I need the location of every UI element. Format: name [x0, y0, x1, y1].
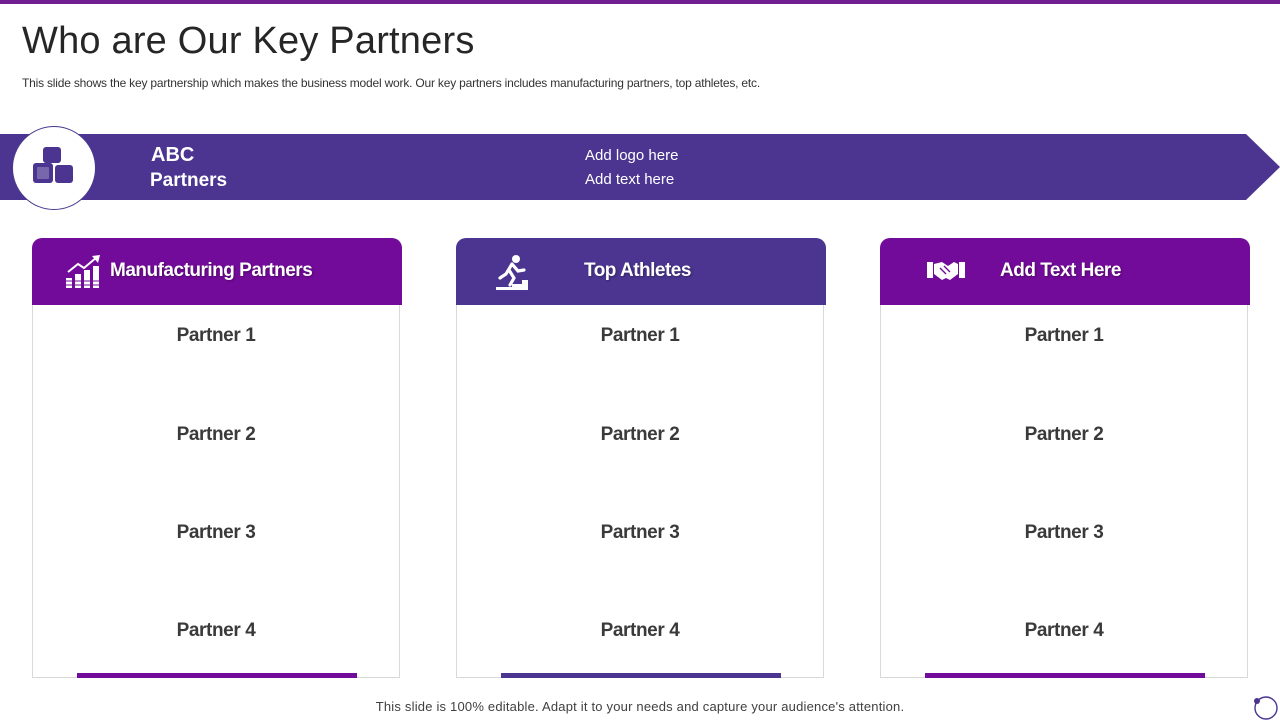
partner-item: Partner 3: [1024, 522, 1104, 543]
partner-item: Partner 3: [176, 522, 256, 543]
card-footer-bar: [77, 673, 357, 678]
partner-item: Partner 2: [176, 424, 256, 445]
handshake-icon: [927, 262, 965, 280]
card-header: Add Text Here: [880, 238, 1250, 305]
banner-text-placeholder[interactable]: Add text here: [585, 171, 674, 188]
card-header: Manufacturing Partners: [32, 238, 402, 305]
banner-logo-placeholder[interactable]: Add logo here: [585, 147, 678, 164]
partner-item: Partner 4: [176, 620, 256, 641]
card-manufacturing-partners: Manufacturing Partners Partner 1 Partner…: [32, 238, 402, 678]
partner-item: Partner 1: [600, 325, 680, 346]
runner-icon: [496, 255, 528, 290]
partner-item: Partner 3: [600, 522, 680, 543]
partner-item: Partner 1: [176, 325, 256, 346]
banner-partner-name-line1: ABC: [151, 144, 195, 166]
footer-note: This slide is 100% editable. Adapt it to…: [375, 699, 905, 714]
corner-circle-icon: [1254, 696, 1278, 720]
partner-item: Partner 2: [600, 424, 680, 445]
slide-subtitle: This slide shows the key partnership whi…: [22, 76, 760, 90]
card-add-text-here: Add Text Here Partner 1 Partner 2 Partne…: [880, 238, 1250, 678]
slide-title: Who are Our Key Partners: [22, 20, 475, 62]
partner-item: Partner 2: [1024, 424, 1104, 445]
growth-chart-icon: [64, 255, 102, 288]
card-footer-bar: [925, 673, 1205, 678]
banner-icon-circle: [12, 126, 96, 210]
banner-partner-name-line2: Partners: [150, 170, 228, 191]
card-title: Add Text Here: [1000, 260, 1121, 281]
card-header: Top Athletes: [456, 238, 826, 305]
partner-item: Partner 4: [1024, 620, 1104, 641]
card-title: Manufacturing Partners: [110, 260, 313, 281]
card-title: Top Athletes: [584, 260, 691, 281]
partner-item: Partner 4: [600, 620, 680, 641]
card-footer-bar: [501, 673, 781, 678]
card-top-athletes: Top Athletes Partner 1 Partner 2 Partner…: [456, 238, 826, 678]
blocks-icon: [33, 147, 73, 183]
top-accent-rule: [0, 0, 1280, 4]
partner-item: Partner 1: [1024, 325, 1104, 346]
